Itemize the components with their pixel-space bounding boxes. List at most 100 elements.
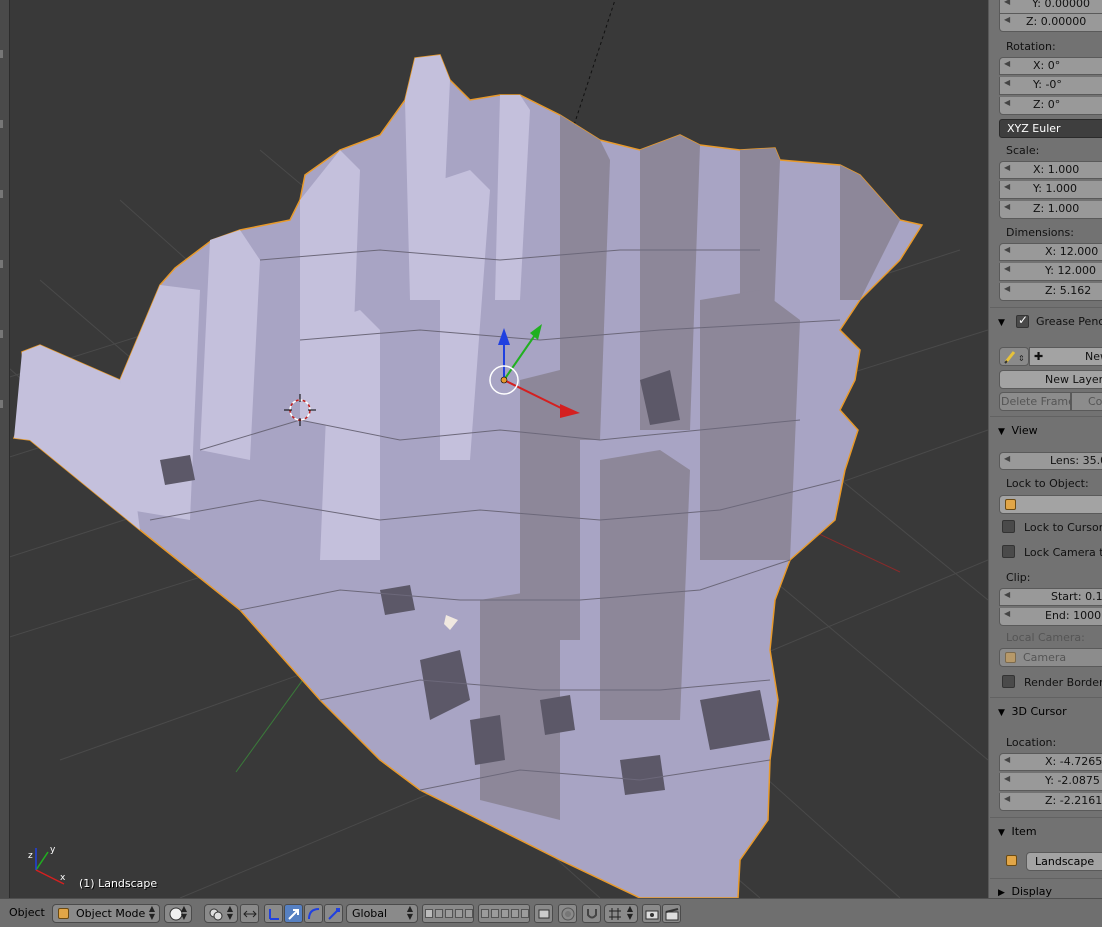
dimension-x-field[interactable]: ◀ X: 12.000: [999, 243, 1102, 261]
grease-pencil-new-button[interactable]: ✚ New: [1029, 347, 1102, 366]
grease-pencil-new-label: New: [1085, 350, 1102, 363]
translate-manipulator[interactable]: [284, 904, 303, 923]
transform-orientation-selector[interactable]: Global ▲ ▼: [346, 904, 418, 923]
center-manipulate-toggle[interactable]: [240, 904, 259, 923]
pivot-point-selector[interactable]: ▲ ▼: [204, 904, 238, 923]
layer-9-button: [511, 909, 519, 918]
convert-button[interactable]: Co: [1071, 392, 1102, 411]
expand-triangle-icon: ▶: [998, 888, 1005, 898]
rotation-z-field[interactable]: ◀ Z: 0°: [999, 97, 1102, 115]
proportional-editing-button[interactable]: [558, 904, 577, 923]
scale-label: Scale:: [1006, 144, 1040, 157]
rotation-y-field[interactable]: ◀ Y: -0°: [999, 77, 1102, 95]
dimension-y-field[interactable]: ◀ Y: 12.000: [999, 263, 1102, 281]
cursor-y-value: Y: -2.0875: [1045, 774, 1100, 787]
scale-z-field[interactable]: ◀ Z: 1.000: [999, 201, 1102, 219]
rotate-manipulator[interactable]: [304, 904, 323, 923]
scene-layers-grid-2[interactable]: [478, 904, 530, 923]
clip-start-field[interactable]: ◀Start: 0.100: [999, 588, 1102, 606]
render-animation-button[interactable]: [662, 904, 681, 923]
rotation-x-field[interactable]: ◀ X: 0°: [999, 57, 1102, 75]
scale-x-value: X: 1.000: [1033, 163, 1080, 176]
panel-separator: [990, 307, 1102, 308]
location-y-field[interactable]: ◀ Y: 0.00000: [999, 0, 1102, 14]
layer-10-button: [521, 909, 529, 918]
local-camera-label: Local Camera:: [1006, 631, 1085, 644]
scale-x-field[interactable]: ◀ X: 1.000: [999, 161, 1102, 179]
mode-selector[interactable]: Object Mode ▲ ▼: [52, 904, 160, 923]
object-menu[interactable]: Object: [9, 906, 45, 919]
scale-y-field[interactable]: ◀ Y: 1.000: [999, 181, 1102, 199]
layer-5-button: [465, 909, 473, 918]
scale-handle-icon: [328, 908, 340, 920]
render-border-checkbox[interactable]: [1002, 675, 1015, 688]
scale-z-value: Z: 1.000: [1033, 202, 1080, 215]
location-z-field[interactable]: ◀ Z: 0.00000: [999, 14, 1102, 32]
updown-arrows-icon: ▲ ▼: [180, 904, 187, 921]
lock-to-cursor-checkbox[interactable]: [1002, 520, 1015, 533]
display-panel-title: Display: [1011, 885, 1053, 898]
rotation-mode-select[interactable]: XYZ Euler: [999, 119, 1102, 138]
pivot-point-icon: [209, 908, 223, 921]
landscape-scene[interactable]: y z x: [0, 0, 988, 898]
mode-selector-label: Object Mode: [76, 907, 146, 920]
delete-frame-button[interactable]: Delete Frame: [999, 392, 1075, 411]
viewport-header[interactable]: Object Object Mode ▲ ▼ ▲ ▼ ▲ ▼ Global ▲ ▼: [0, 898, 1102, 927]
active-object-info: (1) Landscape: [79, 877, 158, 890]
layer-6-button: [481, 909, 489, 918]
layers-lock-icon: [538, 909, 550, 919]
clip-start-value: Start: 0.100: [1051, 590, 1102, 603]
axis-gizmo-x-label: x: [60, 873, 66, 883]
updown-arrows-icon: ▲ ▼: [148, 904, 155, 921]
cursor-panel-header[interactable]: ▼ 3D Cursor: [998, 705, 1067, 718]
lock-layers-button[interactable]: [534, 904, 553, 923]
render-border-label: Render Border: [1024, 676, 1102, 689]
axis-gizmo-y-label: y: [50, 845, 56, 855]
object-name-field[interactable]: Landscape: [1026, 852, 1102, 871]
local-camera-field[interactable]: Camera: [999, 648, 1102, 667]
location-y-value: Y: 0.00000: [1032, 0, 1090, 10]
lens-value: Lens: 35.000: [1050, 454, 1102, 467]
rotation-z-value: Z: 0°: [1033, 98, 1061, 111]
object-cube-icon: [1005, 499, 1016, 510]
new-layer-button[interactable]: New Layer: [999, 370, 1102, 389]
item-panel-title: Item: [1011, 825, 1037, 838]
manipulator-toggle[interactable]: [264, 904, 283, 923]
render-opengl-button[interactable]: [642, 904, 661, 923]
3d-viewport[interactable]: y z x (1) Landscape: [0, 0, 988, 898]
scale-manipulator[interactable]: [324, 904, 343, 923]
layer-1-button: [425, 909, 433, 918]
pencil-icon: ⇕: [1004, 351, 1025, 364]
snap-toggle[interactable]: [582, 904, 601, 923]
pencil-datablock-browse[interactable]: ⇕: [999, 347, 1029, 366]
snap-increment-icon: [609, 908, 621, 920]
snap-element-selector[interactable]: ▲ ▼: [604, 904, 638, 923]
cursor-x-field[interactable]: ◀ X: -4.7265: [999, 753, 1102, 771]
lock-to-cursor-label: Lock to Cursor: [1024, 521, 1102, 534]
updown-arrows-icon: ▲ ▼: [406, 904, 413, 921]
toolshelf-edge[interactable]: [0, 0, 10, 898]
clip-end-field[interactable]: ◀End: 1000.00: [999, 608, 1102, 626]
item-panel-header[interactable]: ▼ Item: [998, 825, 1037, 838]
panel-separator: [990, 697, 1102, 698]
layer-3-button: [445, 909, 453, 918]
properties-region[interactable]: ◀ Y: 0.00000 ◀ Z: 0.00000 Rotation: ◀ X: 0°…: [988, 0, 1102, 898]
lock-object-field[interactable]: [999, 495, 1102, 514]
display-panel-header[interactable]: ▶ Display: [998, 885, 1052, 898]
lock-camera-checkbox[interactable]: [1002, 545, 1015, 558]
view-panel-header[interactable]: ▼ View: [998, 424, 1038, 437]
viewport-shading-selector[interactable]: ▲ ▼: [164, 904, 192, 923]
view-panel-title: View: [1011, 424, 1038, 437]
layer-7-button: [491, 909, 499, 918]
cursor-y-field[interactable]: ◀ Y: -2.0875: [999, 773, 1102, 791]
grease-pencil-header[interactable]: ▼: [998, 315, 1008, 328]
lens-field[interactable]: ◀Lens: 35.000: [999, 452, 1102, 470]
scene-layers-grid-1[interactable]: [422, 904, 474, 923]
updown-arrows-icon: ▲ ▼: [226, 904, 233, 921]
layer-8-button: [501, 909, 509, 918]
panel-separator: [990, 416, 1102, 417]
grease-pencil-checkbox[interactable]: [1016, 313, 1029, 328]
dimension-z-field[interactable]: ◀ Z: 5.162: [999, 283, 1102, 301]
cursor-z-field[interactable]: ◀ Z: -2.2161: [999, 793, 1102, 811]
cursor-location-label: Location:: [1006, 736, 1057, 749]
